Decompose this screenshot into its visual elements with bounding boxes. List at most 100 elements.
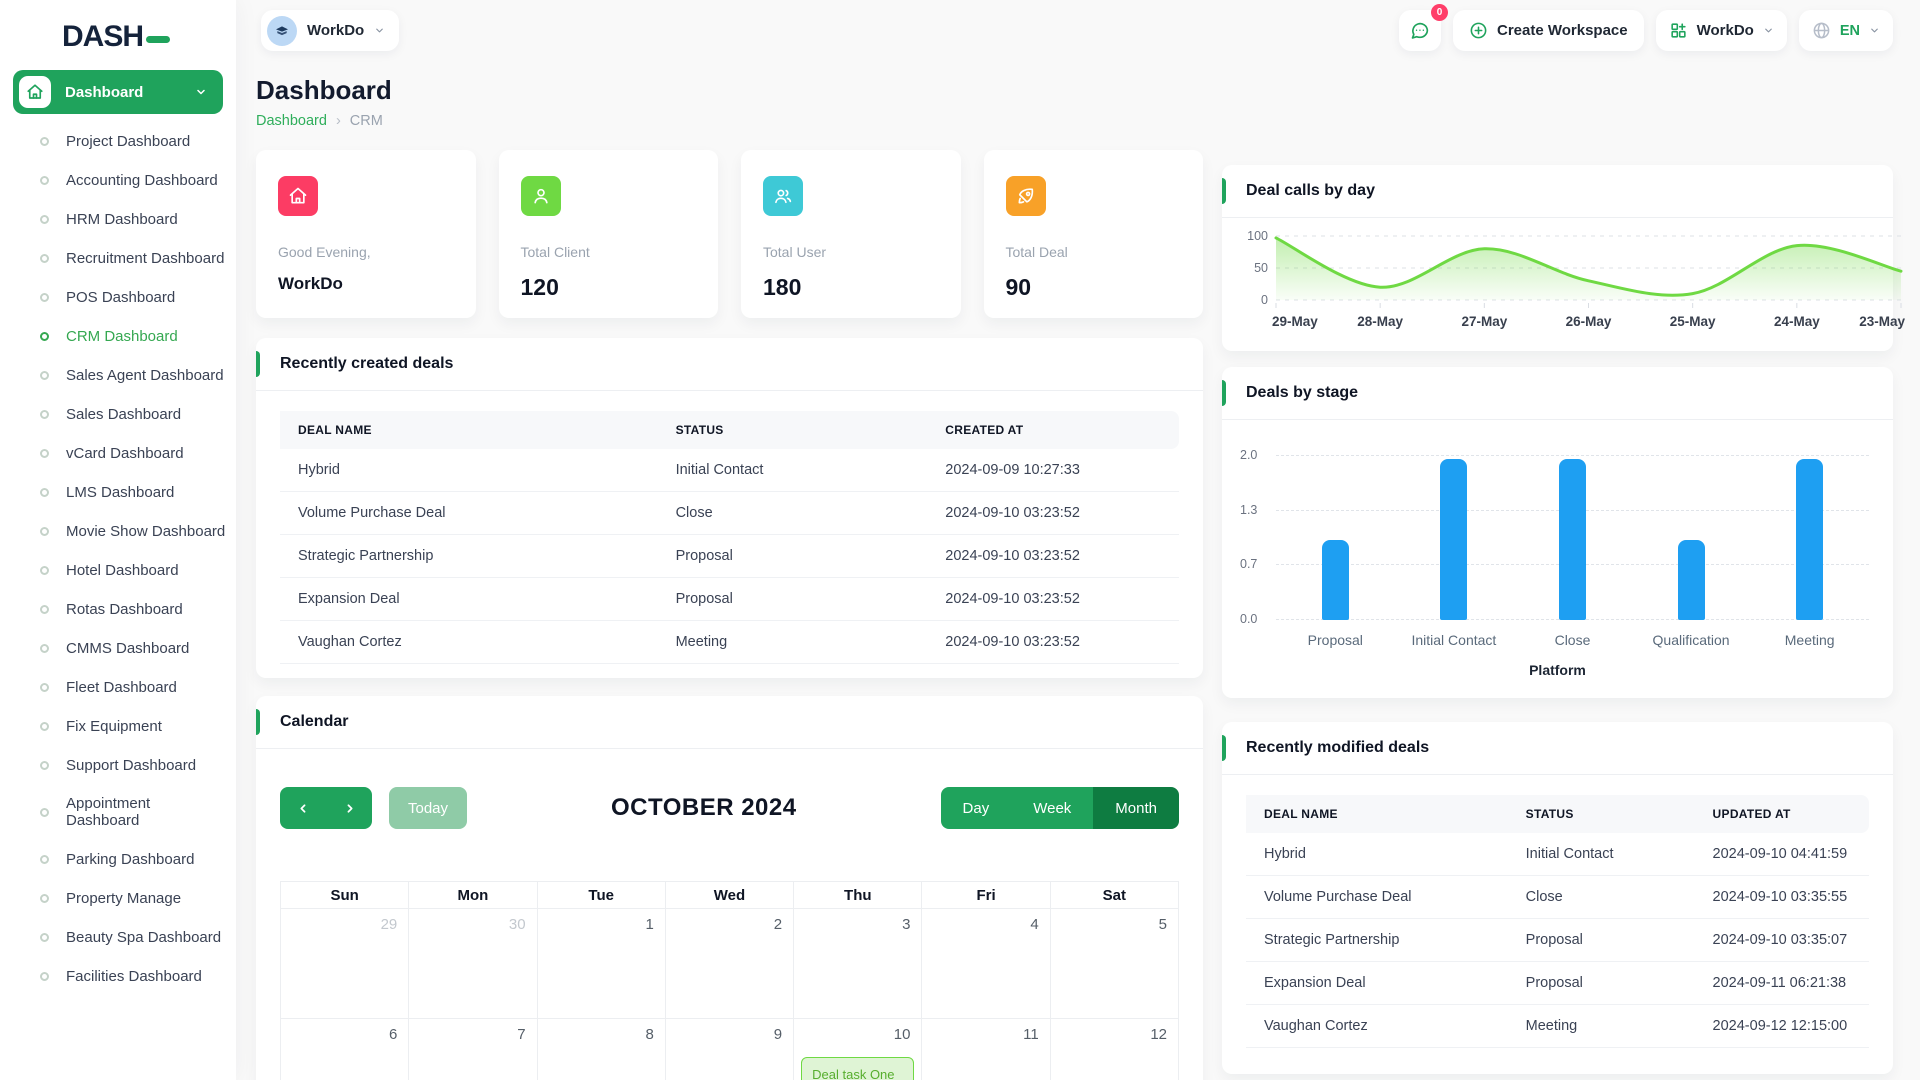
calendar-day-cell[interactable]: 30	[409, 909, 537, 1019]
table-row: Strategic Partnership Proposal 2024-09-1…	[1246, 919, 1869, 962]
circle-icon	[40, 972, 49, 981]
create-workspace-button[interactable]: Create Workspace	[1453, 10, 1644, 51]
sidebar-item[interactable]: Sales Agent Dashboard	[0, 356, 236, 395]
sidebar-item[interactable]: Sales Dashboard	[0, 395, 236, 434]
circle-icon	[40, 566, 49, 575]
bar-category-label: Close	[1513, 632, 1632, 648]
calendar-day-cell[interactable]: 1	[538, 909, 666, 1019]
sidebar-item[interactable]: HRM Dashboard	[0, 200, 236, 239]
sidebar-item[interactable]: CMMS Dashboard	[0, 629, 236, 668]
calendar-day-cell[interactable]: 8	[538, 1019, 666, 1080]
sidebar-item[interactable]: Project Dashboard	[0, 122, 236, 161]
calendar-day-cell[interactable]: 2	[666, 909, 794, 1019]
breadcrumb: Dashboard › CRM	[256, 113, 1203, 129]
column-header: STATUS	[658, 411, 928, 449]
sidebar-item[interactable]: vCard Dashboard	[0, 434, 236, 473]
sidebar-item[interactable]: Fix Equipment	[0, 707, 236, 746]
chevron-down-icon	[374, 25, 385, 36]
day-number: 4	[1030, 916, 1038, 933]
calendar-day-cell[interactable]: 3	[794, 909, 922, 1019]
bar-category-label: Proposal	[1276, 632, 1395, 648]
sidebar-item[interactable]: POS Dashboard	[0, 278, 236, 317]
updated-at-cell: 2024-09-12 12:15:00	[1695, 1005, 1869, 1048]
status-cell: Initial Contact	[658, 449, 928, 492]
grid-plus-icon	[1669, 21, 1688, 40]
circle-icon	[40, 605, 49, 614]
calendar-event[interactable]: Deal task One	[801, 1057, 914, 1080]
sidebar-item-label: Project Dashboard	[66, 133, 190, 150]
sidebar-item[interactable]: Parking Dashboard	[0, 840, 236, 879]
calendar-view-switcher: Day Week Month	[941, 787, 1179, 829]
rocket-icon	[1006, 176, 1046, 216]
sidebar-item[interactable]: Hotel Dashboard	[0, 551, 236, 590]
deals-by-stage-card: Deals by stage 0.00.71.32.0 ProposalInit…	[1222, 367, 1893, 698]
workspace-selector[interactable]: WorkDo	[261, 10, 399, 51]
card-title: Recently created deals	[256, 338, 1203, 391]
deal-name-cell: Hybrid	[280, 449, 658, 492]
today-button[interactable]: Today	[389, 787, 467, 829]
sidebar-item[interactable]: Appointment Dashboard	[0, 785, 236, 840]
stat-cards-row: Good Evening, WorkDo Total Client 120 To…	[256, 150, 1203, 318]
calendar-view-button[interactable]: Week	[1011, 787, 1093, 829]
status-cell: Proposal	[658, 535, 928, 578]
calendar-day-cell[interactable]: 7	[409, 1019, 537, 1080]
calendar-day-cell[interactable]: 12	[1051, 1019, 1179, 1080]
language-selector[interactable]: EN	[1799, 10, 1893, 51]
stat-value: 90	[1006, 274, 1182, 301]
day-number: 3	[902, 916, 910, 933]
calendar-day-cell[interactable]: 5	[1051, 909, 1179, 1019]
total-client-card: Total Client 120	[499, 150, 719, 318]
home-icon	[278, 176, 318, 216]
updated-at-cell: 2024-09-10 03:35:07	[1695, 919, 1869, 962]
sidebar-item-label: Fix Equipment	[66, 718, 162, 735]
sidebar-item[interactable]: Support Dashboard	[0, 746, 236, 785]
workspace-switcher[interactable]: WorkDo	[1656, 10, 1787, 51]
sidebar-item-label: Hotel Dashboard	[66, 562, 179, 579]
next-month-button[interactable]	[326, 787, 372, 829]
day-header: Sun	[281, 882, 409, 909]
app-logo[interactable]: DASH	[62, 20, 236, 54]
day-number: 11	[1023, 1026, 1039, 1043]
messages-button[interactable]: 0	[1399, 10, 1441, 51]
calendar-view-button[interactable]: Day	[941, 787, 1012, 829]
circle-icon	[40, 855, 49, 864]
bar	[1559, 459, 1586, 620]
sidebar-item[interactable]: Beauty Spa Dashboard	[0, 918, 236, 957]
table-row: Vaughan Cortez Meeting 2024-09-10 03:23:…	[280, 621, 1179, 664]
calendar-toolbar: Today OCTOBER 2024 Day Week Month	[280, 787, 1179, 829]
stat-label: Good Evening,	[278, 244, 454, 260]
calendar-view-button[interactable]: Month	[1093, 787, 1179, 829]
workspace-name: WorkDo	[307, 22, 364, 39]
day-number: 12	[1150, 1026, 1167, 1043]
sidebar-item[interactable]: Accounting Dashboard	[0, 161, 236, 200]
calendar-day-cell[interactable]: 4	[922, 909, 1050, 1019]
sidebar-item-label: Fleet Dashboard	[66, 679, 177, 696]
workspace-avatar	[267, 16, 297, 46]
prev-month-button[interactable]	[280, 787, 326, 829]
sidebar-item[interactable]: Fleet Dashboard	[0, 668, 236, 707]
sidebar-item[interactable]: Recruitment Dashboard	[0, 239, 236, 278]
column-header: UPDATED AT	[1695, 795, 1869, 833]
sidebar-item-label: Accounting Dashboard	[66, 172, 218, 189]
calendar-day-cell[interactable]: 29	[281, 909, 409, 1019]
sidebar-item[interactable]: Movie Show Dashboard	[0, 512, 236, 551]
sidebar-item[interactable]: CRM Dashboard	[0, 317, 236, 356]
calendar-day-cell[interactable]: 10 Deal task One	[794, 1019, 922, 1080]
calendar-day-cell[interactable]: 6	[281, 1019, 409, 1080]
sidebar-item[interactable]: Facilities Dashboard	[0, 957, 236, 996]
calendar-card: Calendar Today OCTOBER 2024	[256, 696, 1203, 1080]
sidebar-item[interactable]: Property Manage	[0, 879, 236, 918]
deal-name-cell: Volume Purchase Deal	[1246, 876, 1508, 919]
calendar-day-cell[interactable]: 9	[666, 1019, 794, 1080]
sidebar-item[interactable]: LMS Dashboard	[0, 473, 236, 512]
users-icon	[763, 176, 803, 216]
breadcrumb-link-dashboard[interactable]: Dashboard	[256, 113, 327, 129]
circle-icon	[40, 449, 49, 458]
calendar-day-cell[interactable]: 11	[922, 1019, 1050, 1080]
day-number: 2	[774, 916, 782, 933]
card-title: Calendar	[256, 696, 1203, 749]
sidebar-item[interactable]: Rotas Dashboard	[0, 590, 236, 629]
page-header: Dashboard Dashboard › CRM	[256, 75, 1203, 129]
sidebar-item-dashboard[interactable]: Dashboard	[13, 70, 223, 114]
stat-label: Total Client	[521, 244, 697, 260]
